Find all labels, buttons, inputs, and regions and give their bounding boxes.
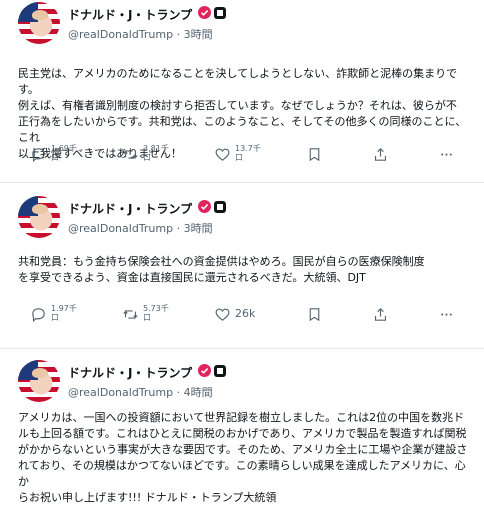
bookmark-icon: [309, 148, 320, 162]
timeline-feed: ドナルド・J・トランプ @realDonaldTrump · 3時間 民主党は、…: [0, 0, 484, 504]
like-icon: [215, 148, 230, 161]
post[interactable]: ドナルド・J・トランプ @realDonaldTrump · 4時間 アメリカは…: [0, 350, 484, 504]
repost-icon: [123, 310, 138, 319]
divider: [0, 182, 484, 183]
share-icon: [374, 148, 387, 161]
handle-and-time: @realDonaldTrump · 4時間: [68, 386, 213, 399]
avatar[interactable]: [18, 2, 60, 44]
display-name[interactable]: ドナルド・J・トランプ: [68, 200, 192, 217]
display-name[interactable]: ドナルド・J・トランプ: [68, 364, 192, 381]
divider: [0, 348, 484, 349]
post-text-line: がかからないという事実が大きな要因です。そのため、アメリカ全土に工場や企業が建設…: [18, 443, 468, 456]
post-text-line: を享受できるよう、資金は直接国民に還元されるべきだ。大統領、DJT: [18, 271, 366, 284]
more-icon: [441, 153, 452, 156]
affiliation-badge-icon: [214, 7, 226, 19]
reply-button[interactable]: 1.69千 口: [30, 144, 77, 168]
post-text-line: 正行為をしたいからです。共和党は、このようなこと、そしてその他多くの同様のことに…: [18, 115, 467, 144]
reply-count: 1.97千 口: [51, 304, 77, 322]
bookmark-button[interactable]: [306, 304, 323, 328]
handle-and-time: @realDonaldTrump · 3時間: [68, 222, 213, 235]
share-button[interactable]: [372, 144, 389, 168]
post-text-line: れており、その規模はかつてないほどです。この素晴らしい成果を達成したアメリカに、…: [18, 459, 466, 488]
affiliation-badge-icon: [214, 201, 226, 213]
reply-count: 1.69千 口: [51, 144, 77, 162]
handle-and-time: @realDonaldTrump · 3時間: [68, 28, 213, 41]
repost-button[interactable]: 5.73千 口: [122, 304, 169, 328]
post-text-line: 共和党員：もう金持ち保険会社への資金提供はやめろ。国民が自らの医療保険制度: [18, 255, 425, 268]
like-button[interactable]: 26k: [214, 304, 255, 328]
more-button[interactable]: [438, 144, 455, 168]
post-text-line: 民主党は、アメリカのためになることを決してしようとしない、詐欺師と泥棒の集まりで…: [18, 67, 458, 96]
affiliation-badge-icon: [214, 365, 226, 377]
post[interactable]: ドナルド・J・トランプ @realDonaldTrump · 3時間 民主党は、…: [0, 0, 484, 178]
post-text-line: らお祝い申し上げます!!! ドナルド・トランプ大統領: [18, 491, 277, 504]
more-button[interactable]: [438, 304, 455, 328]
avatar[interactable]: [18, 196, 60, 238]
like-button[interactable]: 13.7千 口: [214, 144, 261, 168]
like-count: 13.7千 口: [235, 144, 261, 162]
post-text: 共和党員：もう金持ち保険会社への資金提供はやめろ。国民が自らの医療保険制度 を享…: [18, 254, 470, 286]
repost-button[interactable]: 3.81千 口: [122, 144, 169, 168]
action-bar: 1.69千 口 3.81千 口 13.7千 口: [0, 144, 484, 168]
action-bar: 1.97千 口 5.73千 口 26k: [0, 304, 484, 328]
verified-badge-icon: [198, 6, 211, 19]
post-text-line: ルも上回る額です。これはひとえに関税のおかげであり、アメリカで製品を製造すれば関…: [18, 427, 467, 440]
bookmark-icon: [309, 308, 320, 322]
reply-icon: [32, 148, 45, 163]
like-icon: [215, 308, 230, 321]
share-icon: [374, 308, 387, 321]
avatar[interactable]: [18, 360, 60, 402]
reply-icon: [32, 308, 45, 323]
share-button[interactable]: [372, 304, 389, 328]
reply-button[interactable]: 1.97千 口: [30, 304, 77, 328]
post-text-line: アメリカは、一国への投資額において世界記録を樹立しました。これは2位の中国を数兆…: [18, 411, 465, 424]
more-icon: [441, 313, 452, 316]
post-text: アメリカは、一国への投資額において世界記録を樹立しました。これは2位の中国を数兆…: [18, 410, 470, 506]
repost-count: 5.73千 口: [143, 304, 169, 322]
bookmark-button[interactable]: [306, 144, 323, 168]
post-text-line: 例えば、有権者識別制度の検討すら拒否しています。なぜでしょうか？それは、彼らが不: [18, 99, 457, 112]
repost-count: 3.81千 口: [143, 144, 169, 162]
post[interactable]: ドナルド・J・トランプ @realDonaldTrump · 3時間 共和党員：…: [0, 184, 484, 346]
display-name[interactable]: ドナルド・J・トランプ: [68, 6, 192, 23]
verified-badge-icon: [198, 200, 211, 213]
verified-badge-icon: [198, 364, 211, 377]
repost-icon: [123, 150, 138, 159]
like-count: 26k: [235, 307, 256, 320]
